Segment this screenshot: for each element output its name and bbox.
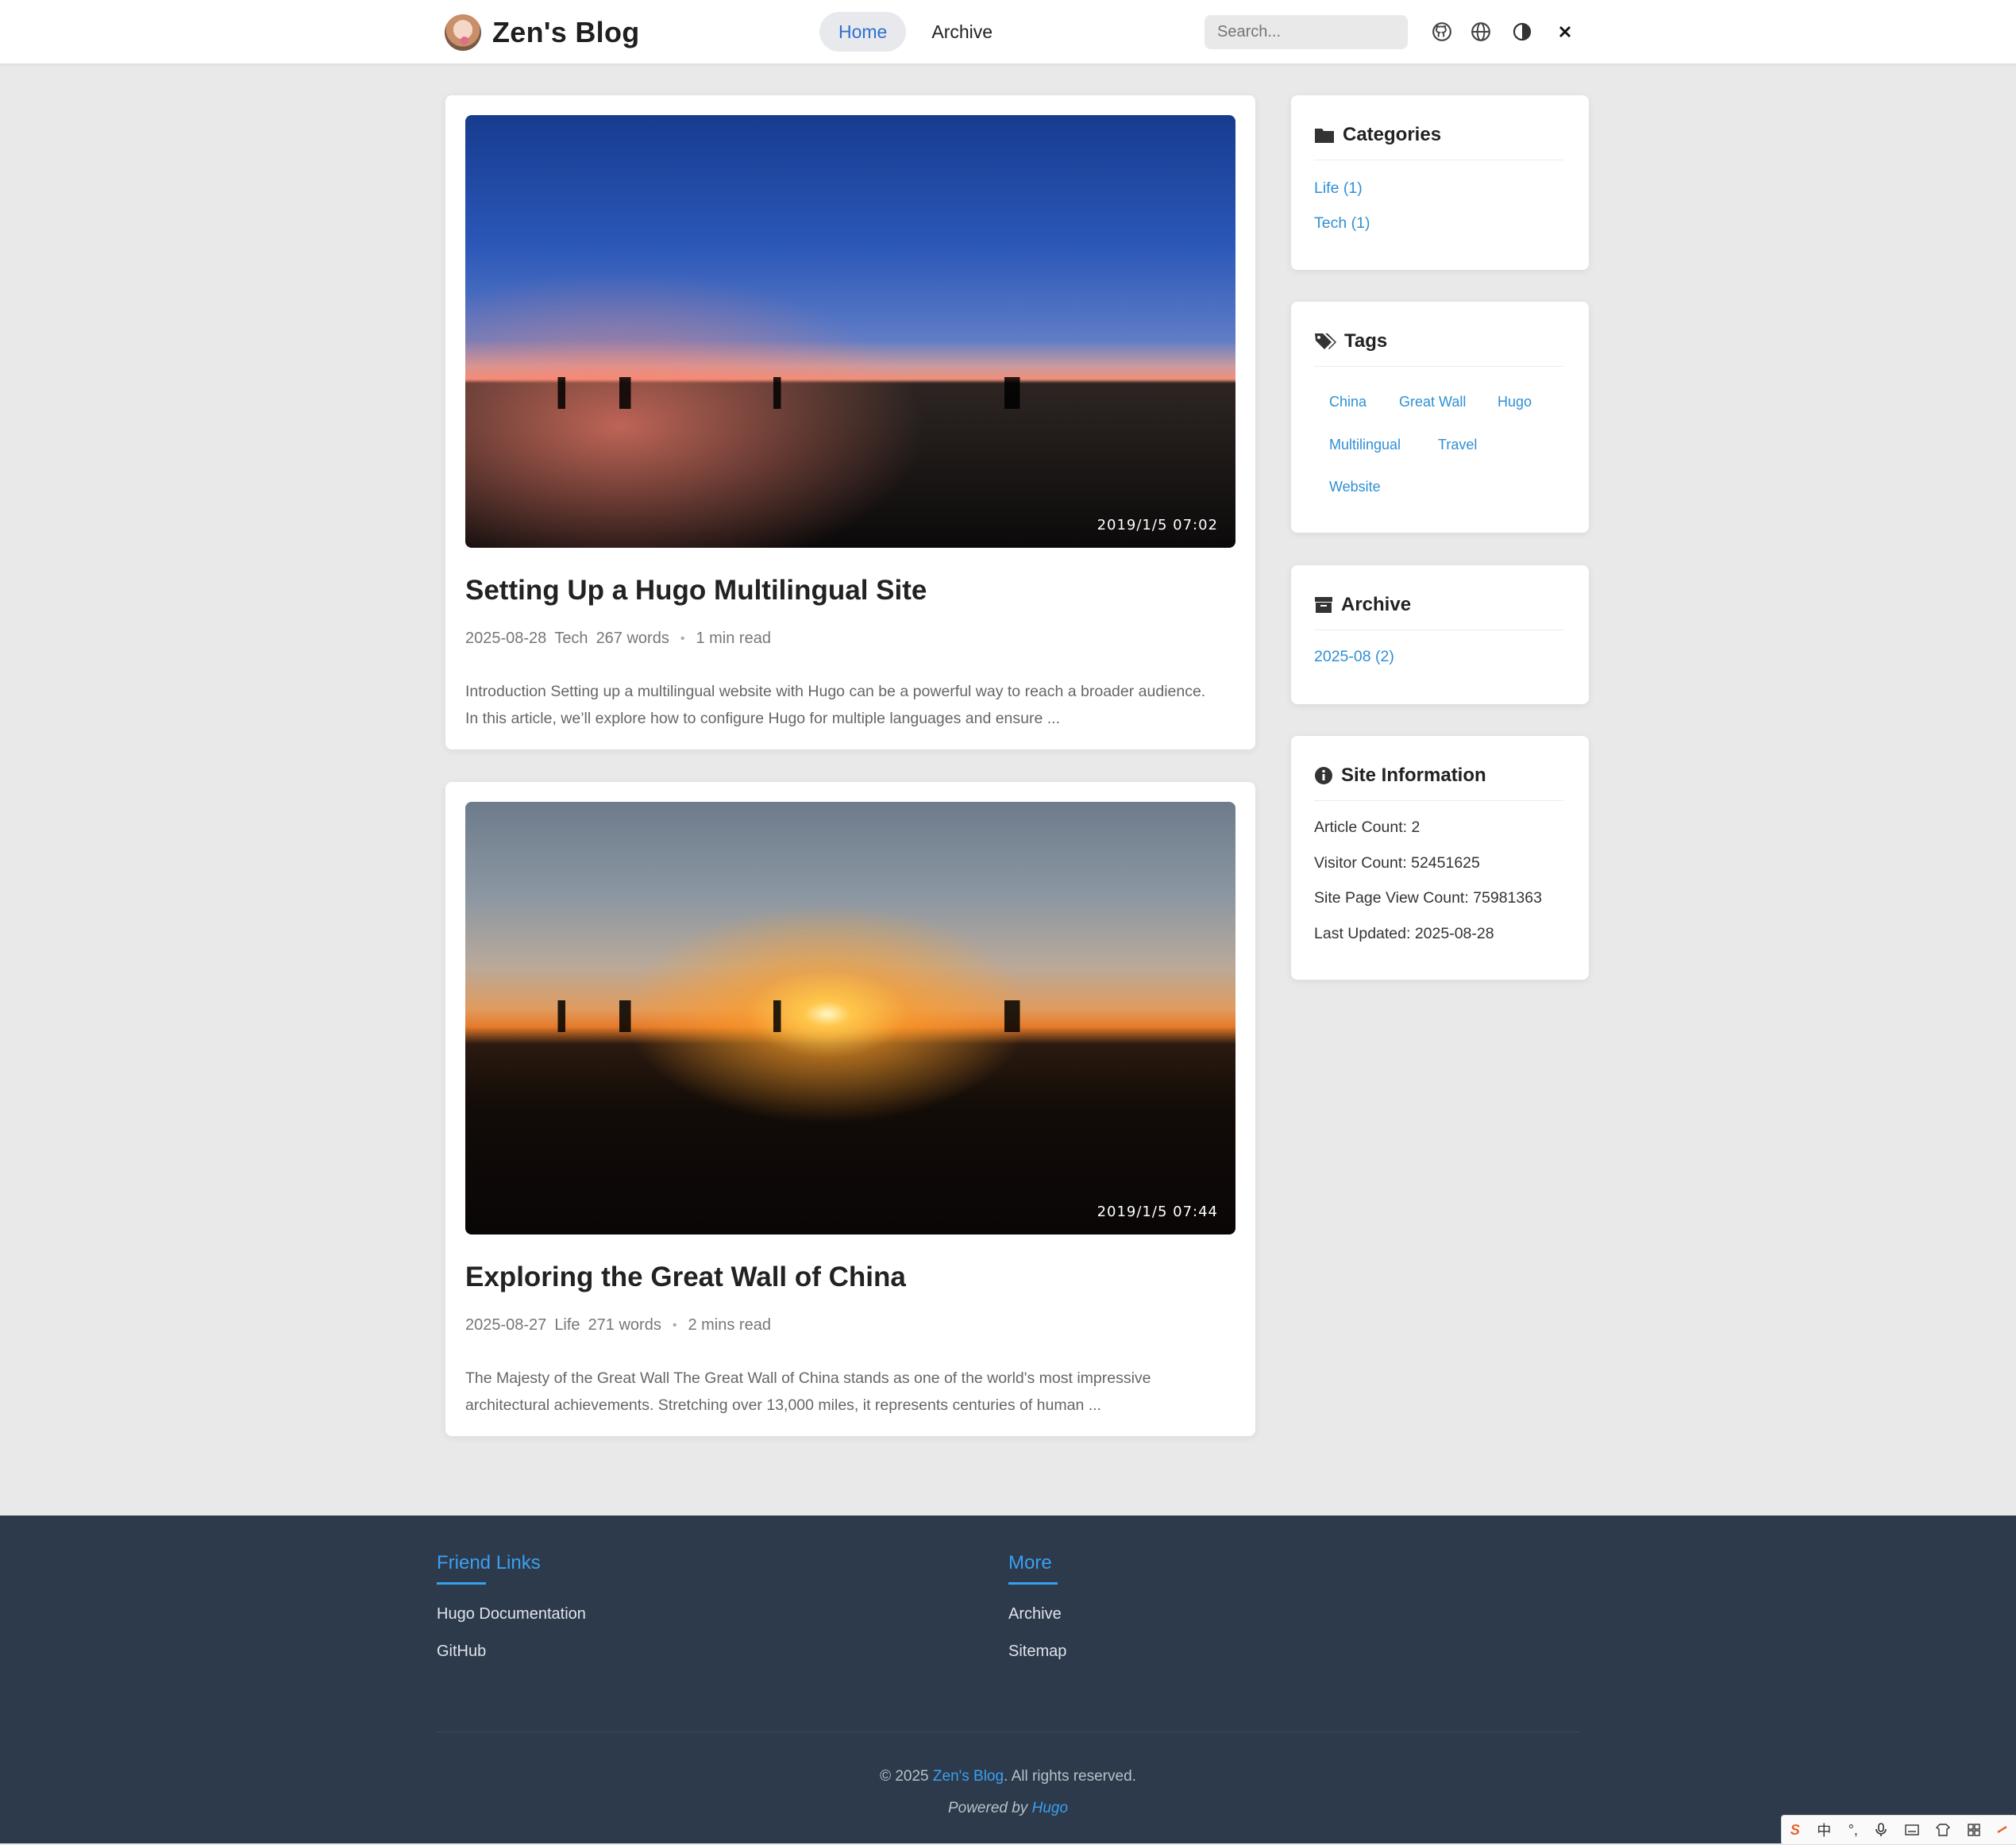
post-word-count: 271 words — [588, 1316, 661, 1334]
github-icon[interactable] — [1426, 16, 1458, 48]
excerpt-line: Introduction Setting up a multilingual w… — [465, 683, 1206, 700]
footer-divider — [437, 1731, 1580, 1732]
heading-underline — [437, 1582, 486, 1585]
page-view-count: Site Page View Count: 75981363 — [1314, 889, 1542, 907]
info-icon — [1315, 767, 1332, 784]
post-excerpt: Introduction Setting up a multilingual w… — [465, 678, 1235, 732]
categories-title: Categories — [1343, 124, 1442, 145]
post-category[interactable]: Tech — [554, 630, 588, 648]
main-nav: Home Archive — [819, 12, 1012, 52]
site-header: Zen's Blog Home Archive — [0, 0, 2016, 64]
categories-widget: Categories Life (1) Tech (1) — [1291, 95, 1589, 270]
tag-link[interactable]: Multilingual — [1329, 437, 1401, 453]
ime-language-toggle[interactable]: 中 — [1817, 1820, 1831, 1840]
contrast-icon[interactable] — [1506, 16, 1538, 48]
ime-toolbar: S 中 °, — [1781, 1815, 2016, 1845]
more-heading: More — [1008, 1552, 1052, 1573]
copyright-site-link[interactable]: Zen's Blog — [933, 1768, 1004, 1785]
site-avatar — [445, 14, 481, 51]
toolbox-icon[interactable] — [1968, 1824, 1980, 1836]
tag-link[interactable]: China — [1329, 394, 1366, 410]
post-title[interactable]: Setting Up a Hugo Multilingual Site — [465, 575, 927, 607]
category-link[interactable]: Life (1) — [1314, 179, 1363, 198]
search-input[interactable] — [1205, 15, 1408, 49]
excerpt-line: architectural achievements. Stretching o… — [465, 1396, 1101, 1414]
skin-icon[interactable] — [1936, 1824, 1951, 1836]
post-title[interactable]: Exploring the Great Wall of China — [465, 1261, 906, 1293]
site-info-title: Site Information — [1341, 765, 1486, 786]
footer-link-archive[interactable]: Archive — [1008, 1605, 1062, 1624]
tag-link[interactable]: Hugo — [1498, 394, 1532, 410]
ime-logo[interactable]: S — [1791, 1822, 1800, 1839]
post-card[interactable]: 2019/1/5 07:02 Setting Up a Hugo Multili… — [445, 95, 1255, 749]
category-link[interactable]: Tech (1) — [1314, 214, 1370, 233]
extra-icon[interactable] — [1997, 1824, 2008, 1835]
site-title[interactable]: Zen's Blog — [492, 16, 640, 49]
nav-home[interactable]: Home — [819, 12, 907, 52]
site-info-heading: Site Information — [1314, 765, 1486, 787]
post-excerpt: The Majesty of the Great Wall The Great … — [465, 1365, 1235, 1419]
image-timestamp: 2019/1/5 07:44 — [1097, 1204, 1218, 1220]
brand[interactable]: Zen's Blog — [445, 13, 640, 52]
archive-widget: Archive 2025-08 (2) — [1291, 565, 1589, 704]
skyline-decoration — [465, 1000, 1235, 1032]
archive-title: Archive — [1341, 594, 1412, 615]
nav-archive[interactable]: Archive — [912, 12, 1012, 52]
tags-heading: Tags — [1314, 330, 1387, 352]
post-category[interactable]: Life — [554, 1316, 580, 1335]
skyline-decoration — [465, 377, 1235, 409]
visitor-count: Visitor Count: 52451625 — [1314, 854, 1480, 872]
keyboard-icon[interactable] — [1905, 1824, 1919, 1836]
post-read-time: 2 mins read — [688, 1316, 771, 1334]
article-count: Article Count: 2 — [1314, 819, 1420, 836]
copyright-prefix: © 2025 — [880, 1768, 933, 1785]
site-info-widget: Site Information Article Count: 2 Visito… — [1291, 736, 1589, 980]
post-cover-image[interactable]: 2019/1/5 07:44 — [465, 802, 1235, 1234]
image-timestamp: 2019/1/5 07:02 — [1097, 517, 1218, 533]
post-date: 2025-08-27 — [465, 1316, 547, 1334]
footer-link-github[interactable]: GitHub — [437, 1643, 486, 1661]
post-date: 2025-08-28 — [465, 630, 547, 647]
post-word-count: 267 words — [596, 630, 669, 647]
tags-icon — [1315, 333, 1336, 349]
excerpt-line: The Majesty of the Great Wall The Great … — [465, 1369, 1151, 1387]
divider — [1314, 366, 1563, 367]
separator-dot: • — [672, 1318, 677, 1332]
powered-prefix: Powered by — [947, 1800, 1032, 1816]
categories-heading: Categories — [1314, 124, 1441, 146]
globe-icon[interactable] — [1465, 16, 1497, 48]
microphone-icon[interactable] — [1875, 1823, 1887, 1837]
divider — [1314, 800, 1563, 801]
footer-link-hugo-docs[interactable]: Hugo Documentation — [437, 1605, 586, 1624]
close-icon[interactable] — [1549, 16, 1581, 48]
separator-dot: • — [680, 631, 685, 645]
tag-link[interactable]: Travel — [1438, 437, 1477, 453]
tags-widget: Tags China Great Wall Hugo Multilingual … — [1291, 302, 1589, 533]
copyright: © 2025 Zen's Blog. All rights reserved. — [0, 1768, 2016, 1785]
folder-icon — [1315, 129, 1334, 143]
post-card[interactable]: 2019/1/5 07:44 Exploring the Great Wall … — [445, 782, 1255, 1436]
archive-link[interactable]: 2025-08 (2) — [1314, 648, 1394, 666]
powered-hugo-link[interactable]: Hugo — [1032, 1800, 1068, 1816]
post-meta: 2025-08-28 Tech 267 words • 1 min read — [465, 630, 771, 648]
punctuation-icon[interactable]: °, — [1848, 1822, 1858, 1839]
post-meta: 2025-08-27 Life 271 words • 2 mins read — [465, 1316, 771, 1335]
copyright-suffix: . All rights reserved. — [1004, 1768, 1136, 1785]
post-cover-image[interactable]: 2019/1/5 07:02 — [465, 115, 1235, 548]
tags-title: Tags — [1344, 330, 1388, 352]
footer-link-sitemap[interactable]: Sitemap — [1008, 1643, 1066, 1661]
last-updated: Last Updated: 2025-08-28 — [1314, 925, 1494, 942]
friend-links-heading: Friend Links — [437, 1552, 541, 1573]
tag-link[interactable]: Great Wall — [1399, 394, 1466, 410]
heading-underline — [1008, 1582, 1058, 1585]
excerpt-line: In this article, we’ll explore how to co… — [465, 710, 1060, 727]
tag-link[interactable]: Website — [1329, 479, 1381, 495]
archive-heading: Archive — [1314, 594, 1411, 616]
powered-by: Powered by Hugo — [0, 1800, 2016, 1817]
post-read-time: 1 min read — [696, 630, 771, 647]
archive-box-icon — [1315, 597, 1332, 613]
